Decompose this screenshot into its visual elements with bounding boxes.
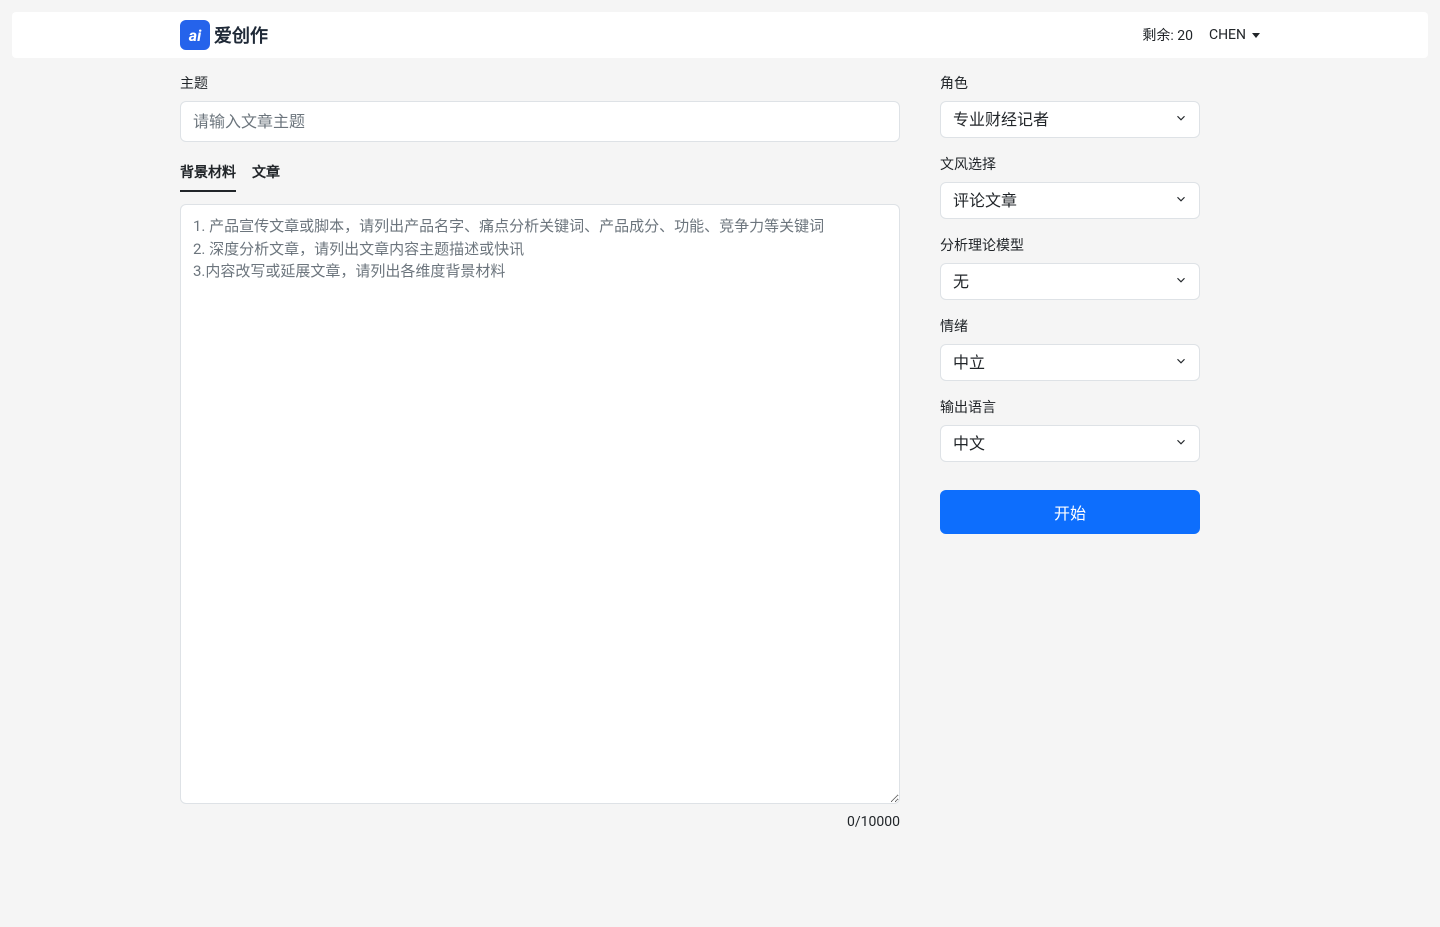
topic-label: 主题 [180,73,900,93]
logo-icon: ai [180,20,210,50]
tab-article[interactable]: 文章 [252,158,280,192]
remaining-count: 剩余: 20 [1142,25,1193,45]
right-panel: 角色 专业财经记者 文风选择 评论文章 分析理论 [940,73,1200,830]
header-inner: ai 爱创作 剩余: 20 CHEN [165,20,1275,50]
logo-text: 爱创作 [214,22,268,48]
style-label: 文风选择 [940,154,1200,174]
language-group: 输出语言 中文 [940,397,1200,462]
emotion-group: 情绪 中立 [940,316,1200,381]
username-label: CHEN [1209,27,1246,43]
model-group: 分析理论模型 无 [940,235,1200,300]
header-right: 剩余: 20 CHEN [1142,25,1260,45]
left-panel: 主题 背景材料 文章 0/10000 [180,73,900,830]
emotion-select[interactable]: 中立 [940,344,1200,381]
background-material-textarea[interactable] [180,204,900,804]
tab-background-material[interactable]: 背景材料 [180,158,236,192]
user-dropdown[interactable]: CHEN [1209,27,1260,43]
char-count: 0/10000 [180,814,900,830]
style-group: 文风选择 评论文章 [940,154,1200,219]
role-label: 角色 [940,73,1200,93]
start-button[interactable]: 开始 [940,490,1200,534]
tabs: 背景材料 文章 [180,158,900,192]
logo[interactable]: ai 爱创作 [180,20,268,50]
model-label: 分析理论模型 [940,235,1200,255]
language-label: 输出语言 [940,397,1200,417]
role-select[interactable]: 专业财经记者 [940,101,1200,138]
main-container: 主题 背景材料 文章 0/10000 角色 专业财经记者 文风选择 [165,58,1275,845]
role-group: 角色 专业财经记者 [940,73,1200,138]
topic-input[interactable] [180,101,900,142]
header: ai 爱创作 剩余: 20 CHEN [12,12,1428,58]
emotion-label: 情绪 [940,316,1200,336]
caret-down-icon [1252,33,1260,38]
topic-group: 主题 [180,73,900,142]
language-select[interactable]: 中文 [940,425,1200,462]
model-select[interactable]: 无 [940,263,1200,300]
style-select[interactable]: 评论文章 [940,182,1200,219]
